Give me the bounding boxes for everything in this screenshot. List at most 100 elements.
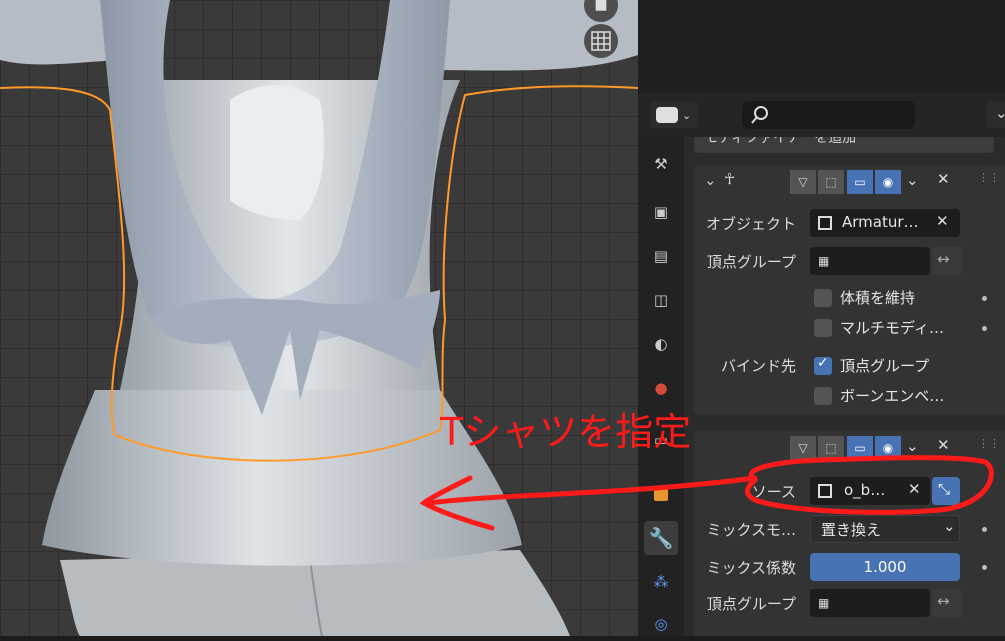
render-toggle[interactable]: ◉ <box>875 436 901 460</box>
tab-output[interactable]: ▤ <box>644 239 678 273</box>
mix-factor-field[interactable]: 1.000 <box>810 553 960 581</box>
chevron-down-icon[interactable]: ⌄ <box>906 171 919 189</box>
tab-view-layer[interactable]: ◫ <box>644 283 678 317</box>
tab-scene[interactable]: ◐ <box>644 327 678 361</box>
drag-handle-icon[interactable]: ⋮⋮ <box>978 171 1000 184</box>
collection-icon: ▭ <box>653 431 669 449</box>
object-square-icon <box>818 484 832 498</box>
multi-modifier-checkbox[interactable] <box>814 319 832 337</box>
armature-modifier-header: ⌄ ☥ ▽ ⬚ ▭ ◉ ⌄ ✕ ⋮⋮ <box>694 165 1005 199</box>
edit-mode-toggle[interactable]: ▽ <box>790 170 816 194</box>
grid-view-button[interactable] <box>584 24 618 58</box>
cage-toggle[interactable]: ⬚ <box>818 170 844 194</box>
invert-toggle[interactable]: ↔ <box>932 247 962 275</box>
output-icon: ▤ <box>653 247 669 265</box>
vertex-group-icon: ▦ <box>818 596 830 610</box>
add-modifier-button[interactable]: モディファイアーを追加 <box>694 137 994 153</box>
viewport-toggle[interactable]: ▭ <box>847 436 873 460</box>
keyframe-dot[interactable] <box>982 565 987 570</box>
mix-mode-value: 置き換え <box>821 521 882 539</box>
upper-editor-area <box>638 0 1005 93</box>
edit-mode-toggle[interactable]: ▽ <box>790 436 816 460</box>
grid-icon <box>591 31 611 51</box>
monitor-icon: ▭ <box>854 175 866 189</box>
chevron-down-icon[interactable]: ⌄ <box>906 437 919 455</box>
tab-world[interactable]: ● <box>644 371 678 405</box>
mix-mode-label: ミックスモ… <box>706 521 796 539</box>
tool-icon: ⚒ <box>654 155 668 173</box>
bone-envelopes-label: ボーンエンベ… <box>840 387 945 405</box>
source-field[interactable]: o_b… ✕ <box>810 477 930 505</box>
options-dropdown[interactable]: ⌄ <box>987 102 1005 128</box>
object-label: オブジェクト <box>705 215 796 233</box>
invert-arrows-icon: ↔ <box>937 250 950 268</box>
object-icon <box>654 487 668 501</box>
tab-tool[interactable]: ⚒ <box>644 147 678 181</box>
preserve-volume-checkbox[interactable] <box>814 289 832 307</box>
mix-mode-dropdown[interactable]: 置き換え ⌄ <box>810 515 960 543</box>
tab-modifiers[interactable]: 🔧 <box>644 521 678 555</box>
chevron-down-icon: ⌄ <box>682 108 692 122</box>
chevron-down-icon: ⌄ <box>995 104 1005 122</box>
bind-to-label: バインド先 <box>720 357 796 375</box>
properties-header: ⌄ ⌄ <box>638 93 1005 137</box>
scene-icon: ◐ <box>654 335 668 353</box>
modifier-stack: モディファイアーを追加 ⌄ ☥ ▽ ⬚ ▭ ◉ ⌄ ✕ ⋮⋮ オブジェクト Ar… <box>684 137 1005 636</box>
bind-vertex-group-checkbox[interactable]: ✓ <box>814 355 832 375</box>
keyframe-dot[interactable] <box>982 296 987 301</box>
object-transform-toggle[interactable]: ⤡ <box>932 477 960 505</box>
monitor-icon: ▭ <box>854 441 866 455</box>
viewport-toggle[interactable]: ▭ <box>847 170 873 194</box>
chevron-down-icon: ⌄ <box>943 517 956 535</box>
undershirt <box>230 85 324 220</box>
invert-toggle[interactable]: ↔ <box>932 589 962 617</box>
object-field[interactable]: Armatur… ✕ <box>810 209 960 237</box>
3d-viewport[interactable]: ■ <box>0 0 638 636</box>
camera-icon: ■ <box>594 0 608 13</box>
particles-icon: ⁂ <box>653 573 669 591</box>
vertex-triangle-icon: ▽ <box>798 175 808 189</box>
vertex-group-field[interactable]: ▦ <box>810 247 930 275</box>
vertex-group-icon: ▦ <box>818 254 830 268</box>
physics-icon: ◎ <box>654 615 668 633</box>
checkmark-icon: ✓ <box>817 355 829 371</box>
cage-icon: ⬚ <box>825 175 837 189</box>
collapse-chevron-icon[interactable]: ⌄ <box>704 171 717 189</box>
vertex-group-label: 頂点グループ <box>706 253 796 271</box>
vertex-triangle-icon: ▽ <box>798 441 808 455</box>
bone-envelopes-checkbox[interactable] <box>814 387 832 405</box>
clear-icon[interactable]: ✕ <box>936 212 949 230</box>
close-icon[interactable]: ✕ <box>937 170 950 188</box>
drag-handle-icon[interactable]: ⋮⋮ <box>978 437 1000 450</box>
cage-icon: ⬚ <box>825 441 837 455</box>
armature-icon: ☥ <box>724 170 736 188</box>
keyframe-dot[interactable] <box>982 326 987 331</box>
render-icon: ▣ <box>653 203 669 221</box>
object-square-icon <box>818 216 832 230</box>
close-icon[interactable]: ✕ <box>937 436 950 454</box>
transform-icon: ⤡ <box>938 480 951 498</box>
tab-render[interactable]: ▣ <box>644 195 678 229</box>
mix-factor-label: ミックス係数 <box>706 559 796 577</box>
vertex-group-field[interactable]: ▦ <box>810 589 930 617</box>
editor-type-button[interactable]: ⌄ <box>650 102 698 128</box>
tab-particles[interactable]: ⁂ <box>644 565 678 599</box>
render-toggle[interactable]: ◉ <box>875 170 901 194</box>
skirt <box>42 390 522 566</box>
camera-icon: ◉ <box>882 441 894 455</box>
properties-editor: ⌄ ⌄ ⚒ ▣ ▤ ◫ ◐ ● ▭ 🔧 ⁂ ◎ モディファイアーを追加 ⌄ ☥ … <box>638 93 1005 636</box>
properties-tabs: ⚒ ▣ ▤ ◫ ◐ ● ▭ 🔧 ⁂ ◎ <box>638 137 684 636</box>
source-label: ソース <box>751 483 796 501</box>
tab-object[interactable] <box>644 477 678 511</box>
keyframe-dot[interactable] <box>982 527 987 532</box>
view-layer-icon: ◫ <box>653 291 669 309</box>
data-transfer-modifier-panel: ▽ ⬚ ▭ ◉ ⌄ ✕ ⋮⋮ ソース o_b… ✕ ⤡ ミックスモ… 置き換え … <box>694 431 1005 636</box>
tab-collection[interactable]: ▭ <box>644 423 678 457</box>
clear-icon[interactable]: ✕ <box>908 480 921 498</box>
character-model <box>0 0 638 636</box>
armature-modifier-panel: ⌄ ☥ ▽ ⬚ ▭ ◉ ⌄ ✕ ⋮⋮ オブジェクト Armatur… ✕ 頂点グ… <box>694 165 1005 415</box>
search-field[interactable] <box>742 101 915 129</box>
data-transfer-modifier-header: ▽ ⬚ ▭ ◉ ⌄ ✕ ⋮⋮ <box>694 431 1005 465</box>
cage-toggle[interactable]: ⬚ <box>818 436 844 460</box>
camera-icon: ◉ <box>882 175 894 189</box>
